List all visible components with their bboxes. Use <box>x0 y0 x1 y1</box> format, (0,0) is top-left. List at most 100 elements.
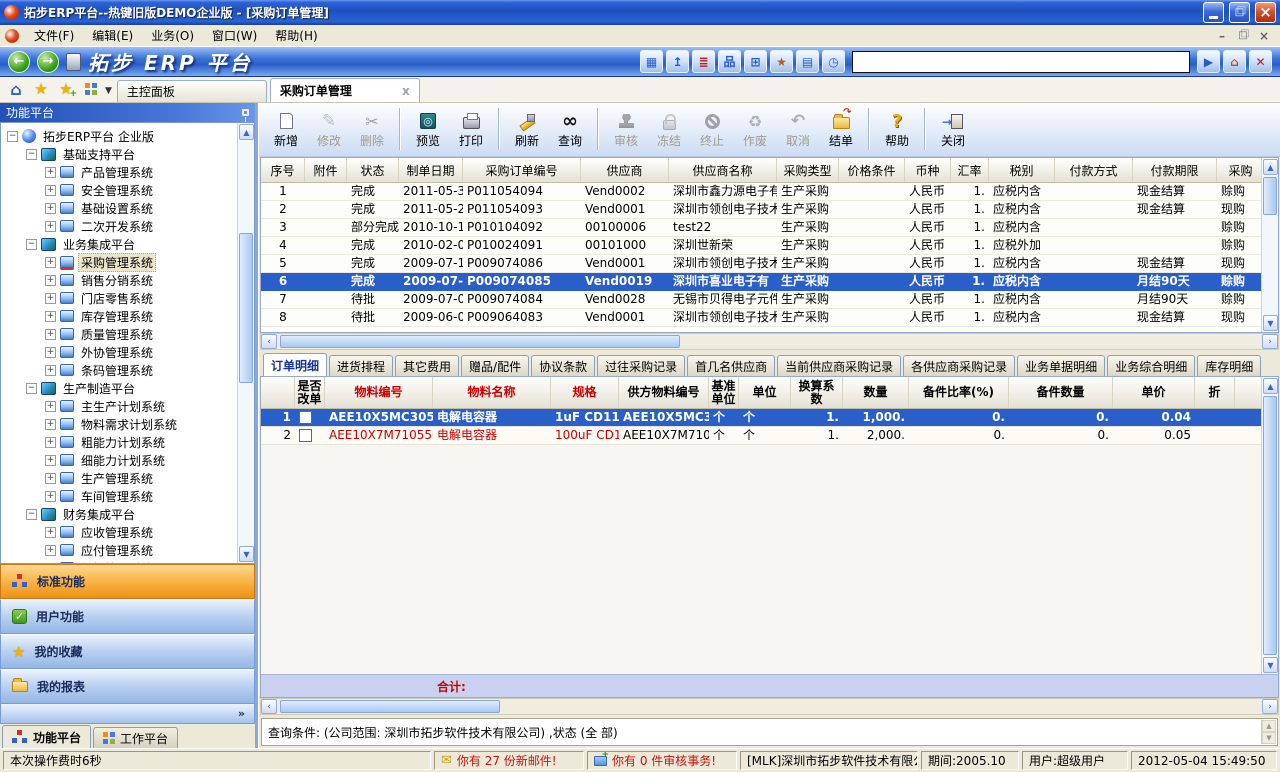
tree-item-label[interactable]: 外协管理系统 <box>78 343 156 362</box>
scrollbar-thumb[interactable] <box>280 335 680 348</box>
column-header[interactable]: 数量 <box>843 377 909 408</box>
detail-tab[interactable]: 过往采购记录 <box>597 355 686 376</box>
column-header[interactable]: 物料名称 <box>433 377 551 408</box>
column-header[interactable]: 基准单位 <box>709 377 739 408</box>
column-header[interactable]: 换算系数 <box>791 377 843 408</box>
column-header[interactable]: 付款期限 <box>1133 158 1217 182</box>
tree-expand-icon[interactable]: − <box>7 130 18 142</box>
tree-item[interactable]: + 采购管理系统 <box>1 252 254 272</box>
column-header[interactable]: 规格 <box>551 377 619 408</box>
scroll-down-icon[interactable]: ▼ <box>1263 315 1278 331</box>
tree-item[interactable]: + 库存管理系统 <box>1 307 254 325</box>
chevron-down-icon[interactable]: ▼ <box>105 86 112 96</box>
home-button[interactable]: ⌂ <box>5 79 27 99</box>
column-header[interactable]: 是否改单 <box>295 377 325 408</box>
table-row[interactable]: 4 完成 2010-02-03 P010024091 00101000 深圳世新荣 生产采购… <box>261 237 1278 255</box>
mdi-minimize-button[interactable]: – <box>1213 28 1231 44</box>
scroll-down-icon[interactable]: ▼ <box>239 546 254 562</box>
tree-expand-icon[interactable]: + <box>45 418 56 430</box>
tree-expand-icon[interactable]: + <box>45 184 56 196</box>
view-grid-button[interactable] <box>80 79 102 99</box>
detail-tab[interactable]: 首几名供应商 <box>687 355 776 376</box>
tree-expand-icon[interactable]: − <box>26 148 37 160</box>
tree-item[interactable]: + 质量管理系统 <box>1 325 254 343</box>
tree-item-label[interactable]: 安全管理系统 <box>78 181 156 200</box>
workspace-tab[interactable]: 主控面板 <box>116 80 267 102</box>
detail-tab[interactable]: 各供应商采购记录 <box>903 355 1016 376</box>
spin-up-icon[interactable]: ▲ <box>1262 720 1276 732</box>
column-header[interactable]: 折 <box>1195 377 1235 408</box>
detail-vertical-scrollbar[interactable]: ▲ ▼ <box>1261 377 1278 674</box>
tree-item-label[interactable]: 产品管理系统 <box>78 163 156 182</box>
tab-close-icon[interactable]: x <box>372 84 410 98</box>
sidebar-tab-org-chart[interactable]: 功能平台 <box>2 725 92 748</box>
back-button[interactable]: ← <box>8 50 30 73</box>
scroll-up-icon[interactable]: ▲ <box>1263 378 1278 394</box>
scrollbar-thumb[interactable] <box>1263 177 1277 215</box>
tree-expand-icon[interactable]: + <box>45 526 56 538</box>
tree-item[interactable]: + 条码管理系统 <box>1 361 254 379</box>
table-row[interactable]: 1 完成 2011-05-30 P011054094 Vend0002 深圳市鑫力源电子有… <box>261 183 1278 201</box>
sidebar-nav-star[interactable]: ★ 我的收藏 <box>0 634 255 669</box>
status-mail[interactable]: ✉ 你有 27 份新邮件! <box>434 751 584 770</box>
tree-expand-icon[interactable]: + <box>45 472 56 484</box>
column-header[interactable]: 状态 <box>347 158 399 182</box>
tree-item-label[interactable]: 车间管理系统 <box>78 487 156 506</box>
table-row[interactable]: 2 AEE10X7M7105500 电解电容器 100uF CD11C 1 AEE10X… <box>261 427 1278 445</box>
detail-tab[interactable]: 进货排程 <box>329 355 394 376</box>
detail-tab[interactable]: 当前供应商采购记录 <box>777 355 902 376</box>
column-header[interactable]: 税别 <box>989 158 1055 182</box>
column-header[interactable]: 物料编号 <box>325 377 433 408</box>
status-audit[interactable]: 你有 0 件审核事务! <box>587 751 737 770</box>
tree-item-label[interactable]: 细能力计划系统 <box>78 451 168 470</box>
tree-item-label[interactable]: 财务集成平台 <box>60 505 138 524</box>
tree-item-label[interactable]: 业务集成平台 <box>60 235 138 254</box>
scrollbar-thumb[interactable] <box>239 233 253 383</box>
toolbar-button-new-doc[interactable]: 新增 <box>265 106 307 152</box>
sidebar-nav-org-chart[interactable]: 标准功能 <box>0 564 255 599</box>
toolbar-button-folder-done[interactable]: 结单 <box>820 106 862 152</box>
tree-expand-icon[interactable]: + <box>45 436 56 448</box>
red-book-icon[interactable]: ≣ <box>692 50 715 73</box>
column-header[interactable]: 单价 <box>1113 377 1195 408</box>
favorite-star-icon[interactable]: ★ <box>770 50 793 73</box>
tree-expand-icon[interactable]: + <box>45 346 56 358</box>
column-header[interactable]: 供应商名称 <box>669 158 777 182</box>
detail-tab[interactable]: 订单明细 <box>263 353 328 376</box>
favorites-button[interactable]: ★ <box>30 79 52 99</box>
detail-tab[interactable]: 业务综合明细 <box>1107 355 1196 376</box>
menu-item[interactable]: 窗口(W) <box>203 27 266 45</box>
tree-item[interactable]: + 应收管理系统 <box>1 523 254 541</box>
column-header[interactable]: 附件 <box>305 158 347 182</box>
folder-add-icon[interactable]: ⊞ <box>744 50 767 73</box>
tree-expand-icon[interactable]: + <box>45 400 56 412</box>
table-row[interactable]: 2 完成 2011-05-22 P011054093 Vend0001 深圳市领创电子技术… <box>261 201 1278 219</box>
tree-item[interactable]: + 二次开发系统 <box>1 217 254 235</box>
tree-item-label[interactable]: 应付管理系统 <box>78 541 156 560</box>
tree-expand-icon[interactable]: + <box>45 310 56 322</box>
tree-item-label[interactable]: 拓步ERP平台 企业版 <box>40 127 157 146</box>
scrollbar-thumb[interactable] <box>280 700 500 713</box>
tree-expand-icon[interactable]: + <box>45 256 56 268</box>
scroll-right-icon[interactable]: › <box>1262 334 1278 349</box>
tree-expand-icon[interactable]: + <box>45 490 56 502</box>
tree-item-label[interactable]: 生产管理系统 <box>78 469 156 488</box>
tree-item[interactable]: + 总帐管理系统 <box>1 559 254 564</box>
scroll-up-icon[interactable]: ▲ <box>239 124 254 140</box>
tree-expand-icon[interactable]: + <box>45 544 56 556</box>
tree-expand-icon[interactable]: + <box>45 454 56 466</box>
restore-button[interactable]: □ <box>1229 2 1250 23</box>
detail-tab[interactable]: 赠品/配件 <box>461 355 530 376</box>
tree-expand-icon[interactable]: + <box>45 562 56 563</box>
tree-expand-icon[interactable]: + <box>45 166 56 178</box>
tree-item[interactable]: − 生产制造平台 <box>1 379 254 397</box>
org-chart-icon[interactable]: 品 <box>718 50 741 73</box>
column-header[interactable]: 供应商 <box>581 158 669 182</box>
tree-item[interactable]: + 门店零售系统 <box>1 289 254 307</box>
tree-item-label[interactable]: 总帐管理系统 <box>78 559 156 564</box>
user-card-icon[interactable]: ▤ <box>796 50 819 73</box>
tree-item-label[interactable]: 基础设置系统 <box>78 199 156 218</box>
tree-item-label[interactable]: 基础支持平台 <box>60 145 138 164</box>
orders-vertical-scrollbar[interactable]: ▲ ▼ <box>1261 158 1278 332</box>
scroll-up-icon[interactable]: ▲ <box>1263 159 1278 175</box>
